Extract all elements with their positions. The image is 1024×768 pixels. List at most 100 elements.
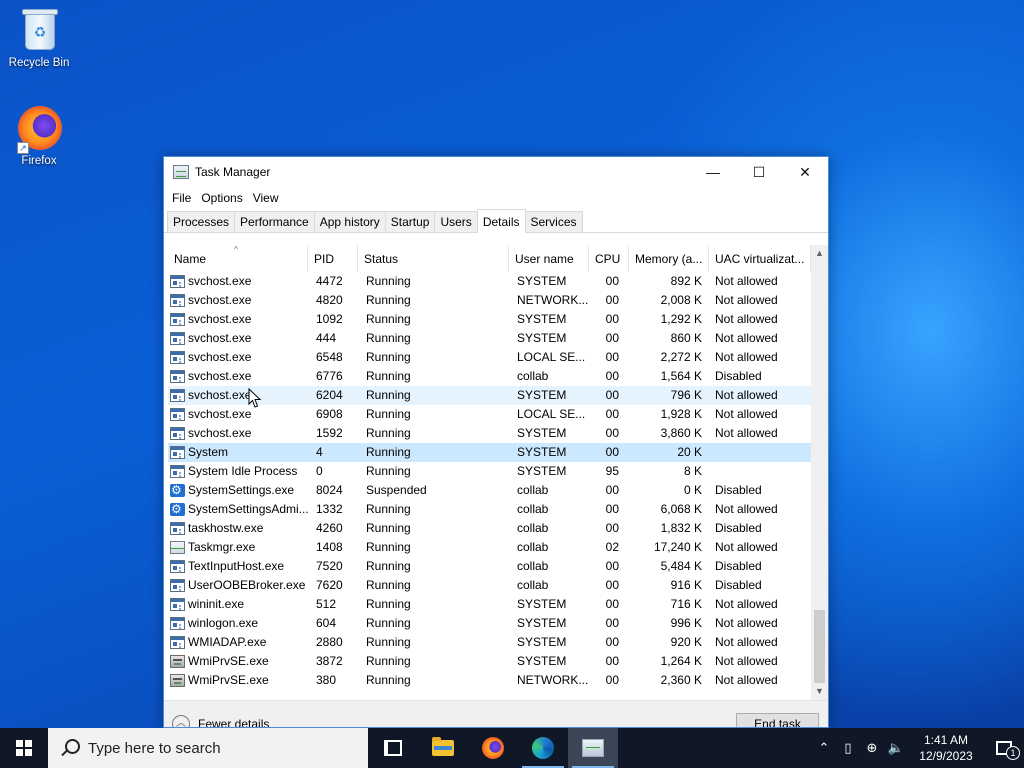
process-list: svchost.exe 4472 Running SYSTEM 00 892 K Not a… xyxy=(168,272,811,690)
cell-pid: 0 xyxy=(316,464,323,478)
column-header-name[interactable]: ^ Name xyxy=(168,245,308,272)
taskbar-search-box[interactable]: Type here to search xyxy=(48,728,368,768)
fewer-details-label: Fewer details xyxy=(198,717,270,728)
process-icon xyxy=(170,617,185,630)
table-row[interactable]: WMIADAP.exe 2880 Running SYSTEM 00 920 K Not a… xyxy=(168,633,811,652)
menu-options[interactable]: Options xyxy=(196,191,247,205)
cell-status: Running xyxy=(366,331,411,345)
cell-cpu: 00 xyxy=(605,369,619,383)
tab-startup[interactable]: Startup xyxy=(384,211,436,232)
cell-pid: 3872 xyxy=(316,654,343,668)
cell-uac: Not allowed xyxy=(715,407,778,421)
desktop-icon-firefox[interactable]: ↗ Firefox xyxy=(1,104,77,167)
column-header-cpu[interactable]: CPU xyxy=(589,245,629,272)
table-row[interactable]: wininit.exe 512 Running SYSTEM 00 716 K Not al… xyxy=(168,595,811,614)
action-center-button[interactable]: 1 xyxy=(984,728,1024,768)
column-header-memory[interactable]: Memory (a... xyxy=(629,245,709,272)
table-row[interactable]: TextInputHost.exe 7520 Running collab 00 5,48… xyxy=(168,557,811,576)
column-header-uac[interactable]: UAC virtualizat... xyxy=(709,245,811,272)
title-bar[interactable]: Task Manager — ☐ ✕ xyxy=(164,157,828,187)
cell-memory: 916 K xyxy=(670,578,702,592)
table-row[interactable]: svchost.exe 444 Running SYSTEM 00 860 K Not al… xyxy=(168,329,811,348)
cell-user-name: SYSTEM xyxy=(517,274,567,288)
cell-user-name: SYSTEM xyxy=(517,597,567,611)
volume-muted-icon[interactable]: 🔈 xyxy=(884,740,908,756)
cell-name: svchost.exe xyxy=(168,272,308,291)
table-row[interactable]: svchost.exe 6204 Running SYSTEM 00 796 K Not a… xyxy=(168,386,811,405)
cell-status: Running xyxy=(366,578,411,592)
cell-name: svchost.exe xyxy=(168,310,308,329)
tab-processes[interactable]: Processes xyxy=(167,211,236,232)
sort-ascending-icon: ^ xyxy=(234,245,238,254)
tab-performance[interactable]: Performance xyxy=(234,211,315,232)
start-button[interactable] xyxy=(0,728,48,768)
tab-services[interactable]: Services xyxy=(524,211,583,232)
tab-app-history[interactable]: App history xyxy=(313,211,386,232)
table-row[interactable]: WmiPrvSE.exe 380 Running NETWORK... 00 2,360 … xyxy=(168,671,811,690)
vertical-scrollbar[interactable]: ▲ ▼ xyxy=(811,245,828,700)
cell-status: Running xyxy=(366,521,411,535)
clock[interactable]: 1:41 AM 12/9/2023 xyxy=(908,732,984,764)
file-explorer-icon xyxy=(432,737,454,756)
file-explorer-button[interactable] xyxy=(418,728,468,768)
firefox-button[interactable] xyxy=(468,728,518,768)
table-row[interactable]: System Idle Process 0 Running SYSTEM 95 8 K xyxy=(168,462,811,481)
column-header-status[interactable]: Status xyxy=(358,245,509,272)
table-row[interactable]: SystemSettings.exe 8024 Suspended collab 00 0… xyxy=(168,481,811,500)
table-row[interactable]: svchost.exe 4820 Running NETWORK... 00 2,008 … xyxy=(168,291,811,310)
task-manager-button[interactable] xyxy=(568,728,618,768)
cell-status: Running xyxy=(366,616,411,630)
desktop-icon-recycle-bin[interactable]: ♻ Recycle Bin xyxy=(1,6,77,69)
table-row[interactable]: Taskmgr.exe 1408 Running collab 02 17,240 K No… xyxy=(168,538,811,557)
cell-memory: 6,068 K xyxy=(660,502,702,516)
edge-button[interactable] xyxy=(518,728,568,768)
table-row[interactable]: WmiPrvSE.exe 3872 Running SYSTEM 00 1,264 K No… xyxy=(168,652,811,671)
cell-cpu: 00 xyxy=(605,502,619,516)
cell-uac: Not allowed xyxy=(715,293,778,307)
table-row[interactable]: svchost.exe 6776 Running collab 00 1,564 K Dis… xyxy=(168,367,811,386)
cell-pid: 4 xyxy=(316,445,323,459)
maximize-button[interactable]: ☐ xyxy=(736,157,782,187)
close-button[interactable]: ✕ xyxy=(782,157,828,187)
tab-details[interactable]: Details xyxy=(476,209,526,233)
cell-memory: 1,832 K xyxy=(660,521,702,535)
cell-name: SystemSettingsAdmi... xyxy=(168,500,308,519)
scroll-down-arrow-icon[interactable]: ▼ xyxy=(811,683,828,700)
tablet-icon[interactable]: ▯ xyxy=(836,740,860,756)
tab-users[interactable]: Users xyxy=(434,211,478,232)
column-header-user-name[interactable]: User name xyxy=(509,245,589,272)
cell-status: Running xyxy=(366,407,411,421)
network-icon[interactable]: ⊕ xyxy=(860,740,884,756)
cell-user-name: SYSTEM xyxy=(517,331,567,345)
table-row[interactable]: svchost.exe 6548 Running LOCAL SE... 00 2,272… xyxy=(168,348,811,367)
scroll-up-arrow-icon[interactable]: ▲ xyxy=(811,245,828,262)
table-row[interactable]: System 4 Running SYSTEM 00 20 K xyxy=(168,443,811,462)
column-header-pid[interactable]: PID xyxy=(308,245,358,272)
menu-view[interactable]: View xyxy=(248,191,284,205)
task-view-button[interactable] xyxy=(368,728,418,768)
minimize-button[interactable]: — xyxy=(690,157,736,187)
process-icon xyxy=(170,313,185,326)
cell-uac: Not allowed xyxy=(715,540,778,554)
cell-pid: 7620 xyxy=(316,578,343,592)
table-row[interactable]: svchost.exe 4472 Running SYSTEM 00 892 K Not a… xyxy=(168,272,811,291)
table-row[interactable]: taskhostw.exe 4260 Running collab 00 1,832 K D… xyxy=(168,519,811,538)
table-row[interactable]: svchost.exe 6908 Running LOCAL SE... 00 1,928… xyxy=(168,405,811,424)
cell-name: svchost.exe xyxy=(168,424,308,443)
task-manager-icon xyxy=(173,165,189,179)
end-task-button[interactable]: End task xyxy=(736,713,819,727)
process-icon xyxy=(170,294,185,307)
menu-file[interactable]: File xyxy=(167,191,196,205)
cell-name: UserOOBEBroker.exe xyxy=(168,576,308,595)
table-row[interactable]: UserOOBEBroker.exe 7620 Running collab 00 916… xyxy=(168,576,811,595)
cell-status: Suspended xyxy=(366,483,427,497)
table-row[interactable]: winlogon.exe 604 Running SYSTEM 00 996 K Not a… xyxy=(168,614,811,633)
cell-uac: Not allowed xyxy=(715,616,778,630)
process-icon xyxy=(170,465,185,478)
scrollbar-thumb[interactable] xyxy=(814,610,825,683)
table-row[interactable]: svchost.exe 1592 Running SYSTEM 00 3,860 K Not… xyxy=(168,424,811,443)
table-row[interactable]: svchost.exe 1092 Running SYSTEM 00 1,292 K Not… xyxy=(168,310,811,329)
fewer-details-button[interactable]: ︿ Fewer details xyxy=(172,715,270,728)
show-hidden-icons-chevron-icon[interactable]: ⌃ xyxy=(812,740,836,756)
table-row[interactable]: SystemSettingsAdmi... 1332 Running collab 00… xyxy=(168,500,811,519)
